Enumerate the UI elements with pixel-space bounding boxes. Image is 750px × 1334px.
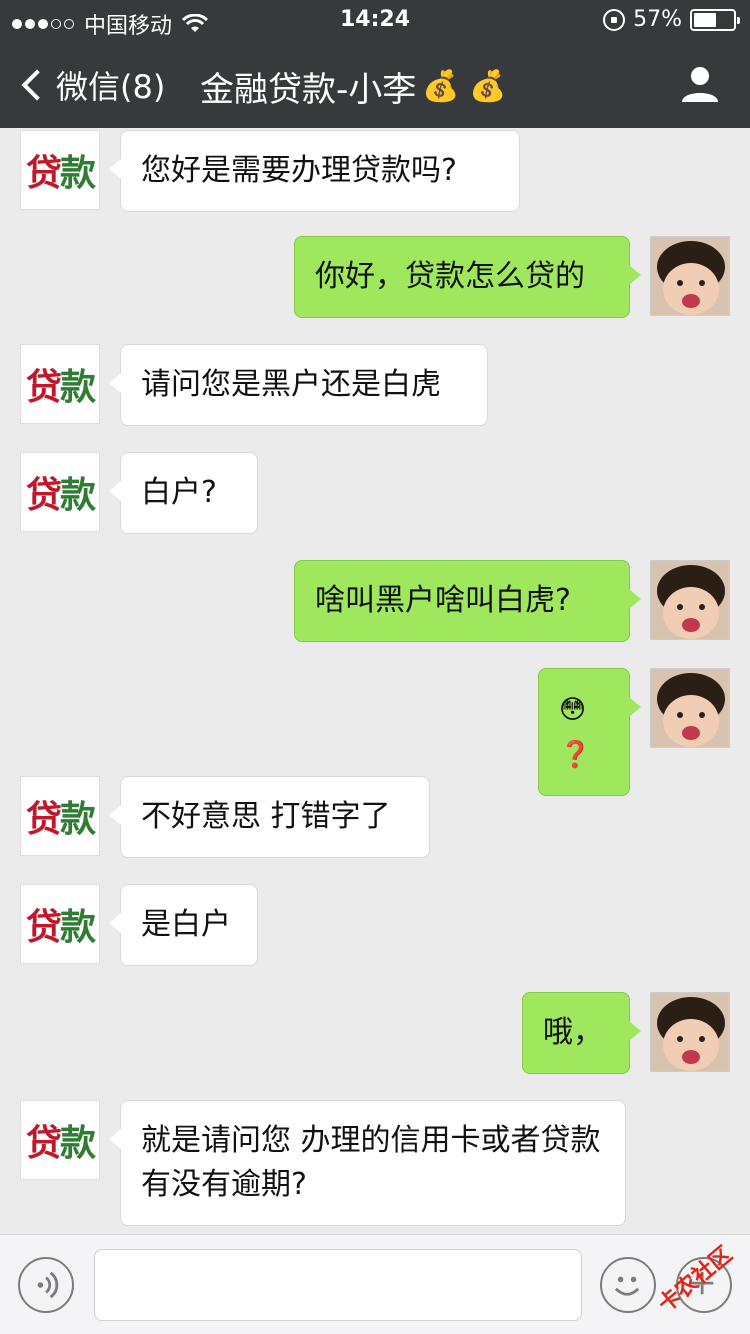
contact-avatar[interactable]: 贷款: [20, 344, 100, 424]
voice-input-button[interactable]: [18, 1257, 74, 1313]
avatar-char: 贷: [25, 799, 62, 840]
message-text: 啥叫黑户啥叫白虎?: [315, 583, 571, 618]
chat-title-text: 金融贷款-小李: [200, 70, 417, 110]
received-message-bubble[interactable]: 请问您是黑户还是白虎: [109, 344, 488, 426]
back-button[interactable]: 微信(8): [18, 62, 165, 108]
my-avatar[interactable]: [650, 236, 730, 316]
message-text: 白户?: [141, 475, 217, 510]
sent-message-bubble[interactable]: 哦，: [522, 992, 641, 1074]
my-avatar[interactable]: [650, 992, 730, 1072]
status-bar: 中国移动 14:24 57%: [0, 0, 750, 40]
chevron-left-icon: [21, 69, 53, 101]
message-text: 就是请问您 办理的信用卡或者贷款有没有逾期?: [141, 1123, 601, 1202]
battery-percent: 57%: [633, 7, 682, 32]
received-message-bubble[interactable]: 是白户: [109, 884, 258, 966]
child-face-avatar: [651, 993, 729, 1071]
received-message-bubble[interactable]: 您好是需要办理贷款吗?: [109, 130, 520, 212]
top-bar: 中国移动 14:24 57% 微信(8) 金融贷款-小李 💰 💰: [0, 0, 750, 128]
emoji-content: 😳❓: [559, 695, 592, 770]
message-input[interactable]: [94, 1249, 582, 1321]
orientation-lock-icon: [603, 8, 626, 31]
child-face-avatar: [651, 237, 729, 315]
message-text: 是白户: [141, 907, 231, 942]
battery-fill: [694, 12, 716, 27]
input-bar: [0, 1234, 750, 1334]
message-text: 你好，贷款怎么贷的: [315, 259, 585, 294]
avatar-char: 款: [60, 907, 96, 948]
avatar-char: 款: [60, 799, 96, 840]
message-text: 请问您是黑户还是白虎: [141, 367, 441, 402]
avatar-char: 贷: [25, 153, 62, 194]
avatar-char: 贷: [25, 367, 62, 408]
avatar-char: 贷: [25, 907, 62, 948]
user-profile-icon[interactable]: [680, 64, 720, 104]
battery-icon: [690, 8, 740, 31]
sent-message-bubble[interactable]: 啥叫黑户啥叫白虎?: [294, 560, 641, 642]
message-text: 哦，: [543, 1015, 603, 1050]
received-message-bubble[interactable]: 就是请问您 办理的信用卡或者贷款有没有逾期?: [109, 1100, 626, 1226]
child-face-avatar: [651, 669, 729, 747]
avatar-char: 款: [60, 475, 96, 516]
child-face-avatar: [651, 561, 729, 639]
nav-bar: 微信(8) 金融贷款-小李 💰 💰: [0, 40, 750, 128]
my-avatar[interactable]: [650, 560, 730, 640]
received-message-bubble[interactable]: 白户?: [109, 452, 258, 534]
sent-message-bubble[interactable]: 你好，贷款怎么贷的: [294, 236, 641, 318]
chat-title: 金融贷款-小李 💰 💰: [200, 62, 507, 111]
contact-avatar[interactable]: 贷款: [20, 884, 100, 964]
contact-avatar[interactable]: 贷款: [20, 452, 100, 532]
message-text: 不好意思 打错字了: [141, 799, 391, 834]
avatar-char: 贷: [25, 475, 62, 516]
money-bag-icon: 💰 💰: [422, 69, 507, 104]
sent-message-bubble[interactable]: 😳❓: [538, 668, 641, 796]
avatar-char: 款: [60, 367, 96, 408]
my-avatar[interactable]: [650, 668, 730, 748]
contact-avatar[interactable]: 贷款: [20, 1100, 100, 1180]
contact-avatar[interactable]: 贷款: [20, 776, 100, 856]
contact-avatar[interactable]: 贷款: [20, 130, 100, 210]
message-text: 您好是需要办理贷款吗?: [141, 153, 457, 188]
emoji-button[interactable]: [600, 1257, 656, 1313]
chat-message-list[interactable]: 贷款您好是需要办理贷款吗? 你好，贷款怎么贷的贷款请问您是黑户还是白虎贷款白户? 啥…: [0, 128, 750, 1234]
avatar-char: 贷: [25, 1123, 62, 1164]
avatar-char: 款: [60, 153, 96, 194]
avatar-char: 款: [60, 1123, 96, 1164]
received-message-bubble[interactable]: 不好意思 打错字了: [109, 776, 430, 858]
back-label: 微信(8): [56, 68, 166, 106]
